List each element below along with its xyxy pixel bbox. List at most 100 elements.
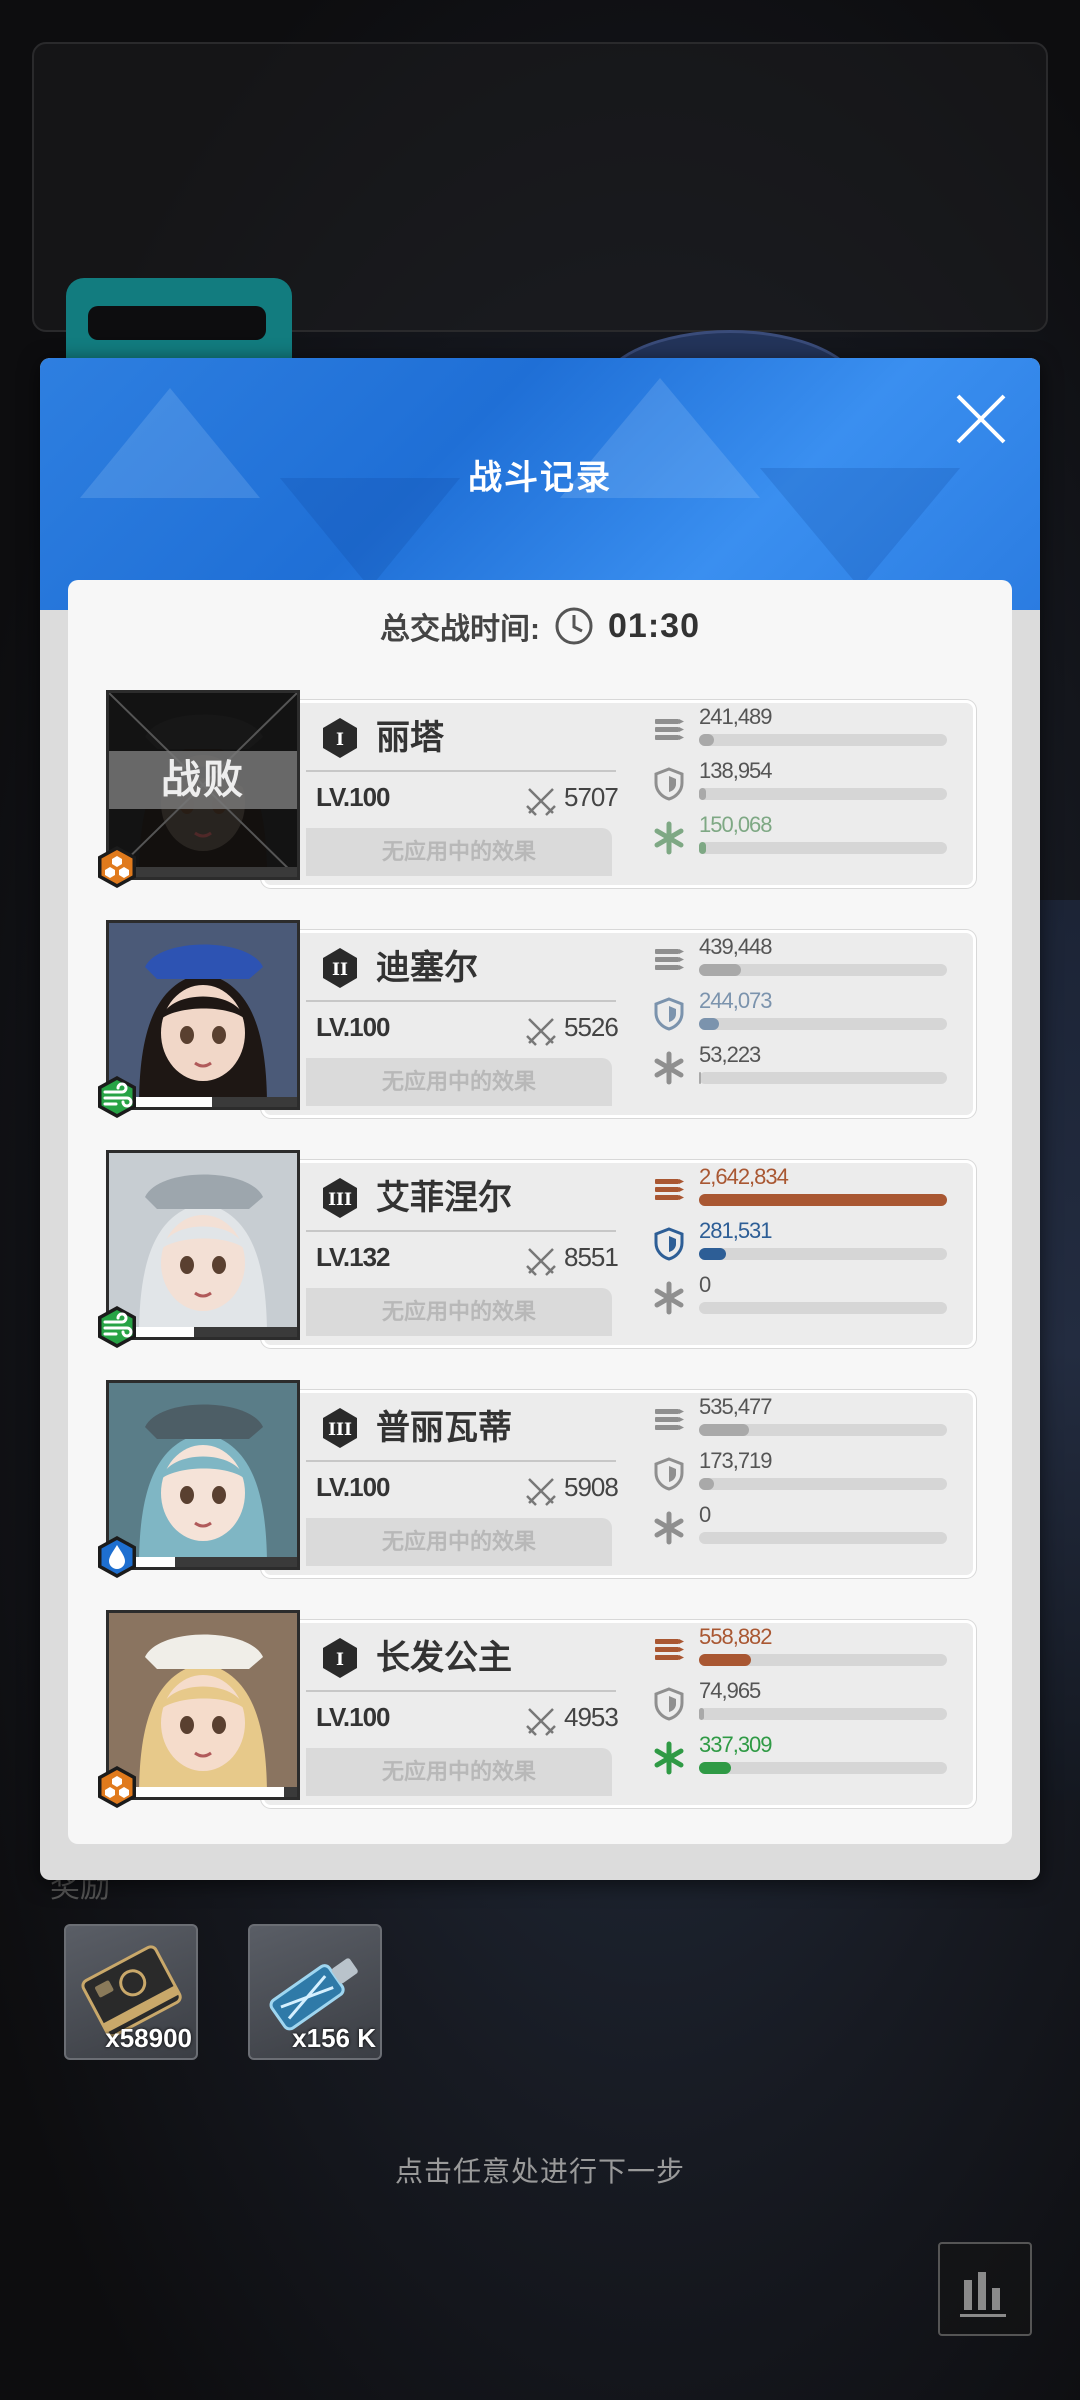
shield-bar: [699, 788, 947, 800]
kill-count: 5707: [564, 782, 619, 812]
character-row[interactable]: II 迪塞尔 LV.100 5526 无应用中的效果 439,448 244,0…: [98, 920, 976, 1118]
heal-bar: [699, 842, 947, 854]
damage-bar: [699, 1424, 947, 1436]
heal-stat: 53,223: [651, 1042, 951, 1092]
reward-item-credit[interactable]: x58900: [64, 1924, 198, 2060]
honeycomb-icon: [98, 1766, 136, 1808]
divider: [306, 1690, 616, 1692]
kill-count: 8551: [564, 1242, 619, 1272]
shield-icon: [654, 997, 684, 1031]
damage-stat: 535,477: [651, 1394, 951, 1444]
heal-value: 0: [699, 1502, 711, 1527]
damage-value: 535,477: [699, 1394, 773, 1419]
character-name: 艾菲涅尔: [376, 1179, 512, 1217]
divider: [306, 770, 616, 772]
damage-stat: 558,882: [651, 1624, 951, 1674]
damage-bar: [699, 1654, 947, 1666]
damage-icon: [655, 1179, 684, 1200]
element-badge: [94, 1534, 140, 1580]
reward-item-core-dust[interactable]: x156 K: [248, 1924, 382, 2060]
damage-bar: [699, 734, 947, 746]
battle-timer: 总交战时间: 01:30: [68, 598, 1012, 654]
close-icon: [956, 394, 1006, 444]
shield-stat: 244,073: [651, 988, 951, 1038]
character-name: 迪塞尔: [376, 949, 478, 987]
character-level: LV.100: [316, 1472, 391, 1502]
heal-value: 150,068: [699, 812, 773, 837]
damage-bar: [699, 1194, 947, 1206]
wind-icon: [98, 1076, 136, 1118]
damage-stat: 2,642,834: [651, 1164, 951, 1214]
honeycomb-icon: [98, 846, 136, 888]
damage-value: 2,642,834: [699, 1164, 789, 1189]
heal-icon: [654, 1511, 684, 1545]
heal-bar: [699, 1532, 947, 1544]
timer-label: 总交战时间:: [380, 613, 541, 646]
shield-bar: [699, 1018, 947, 1030]
kill-count: 5908: [564, 1472, 619, 1502]
reward-quantity: x156 K: [292, 2023, 376, 2053]
damage-icon: [655, 719, 684, 740]
heal-icon: [654, 821, 684, 855]
modal-header: 战斗记录: [40, 358, 1040, 610]
element-badge: [94, 844, 140, 890]
element-badge: [94, 1074, 140, 1120]
heal-icon: [654, 1281, 684, 1315]
effects-status: 无应用中的效果: [306, 1518, 612, 1566]
crossed-swords-icon: [524, 1704, 558, 1738]
background-tab: [66, 278, 292, 360]
character-name: 长发公主: [376, 1639, 512, 1677]
shield-icon: [654, 767, 684, 801]
element-badge: [94, 1764, 140, 1810]
kill-count: 5526: [564, 1012, 619, 1042]
character-level: LV.100: [316, 782, 391, 812]
water-icon: [98, 1536, 136, 1578]
stats-button[interactable]: [938, 2242, 1032, 2336]
crossed-swords-icon: [524, 1474, 558, 1508]
character-row[interactable]: I 长发公主 LV.100 4953 无应用中的效果 558,882 74,96…: [98, 1610, 976, 1808]
shield-stat: 173,719: [651, 1448, 951, 1498]
heal-bar: [699, 1302, 947, 1314]
burst-badge: I: [318, 1636, 362, 1680]
crossed-swords-icon: [524, 1244, 558, 1278]
character-row[interactable]: 战败 I 丽塔 LV.100 5707 无应用中的效果 241,489 138,…: [98, 690, 976, 888]
effects-status: 无应用中的效果: [306, 1058, 612, 1106]
modal-title: 战斗记录: [468, 459, 612, 497]
burst-numeral: III: [328, 1190, 352, 1210]
heal-stat: 150,068: [651, 812, 951, 862]
close-button[interactable]: [950, 388, 1012, 450]
damage-stat: 241,489: [651, 704, 951, 754]
burst-icon: I: [323, 718, 357, 758]
damage-icon: [655, 1639, 684, 1660]
crossed-swords-icon: [524, 784, 558, 818]
character-level: LV.100: [316, 1702, 391, 1732]
effects-status: 无应用中的效果: [306, 1748, 612, 1796]
shield-icon: [654, 1457, 684, 1491]
heal-stat: 337,309: [651, 1732, 951, 1782]
burst-icon: I: [323, 1638, 357, 1678]
character-level: LV.100: [316, 1012, 391, 1042]
crossed-swords-icon: [524, 1014, 558, 1048]
heal-bar: [699, 1762, 947, 1774]
heal-value: 0: [699, 1272, 711, 1297]
character-row[interactable]: III 普丽瓦蒂 LV.100 5908 无应用中的效果 535,477 173…: [98, 1380, 976, 1578]
kill-count: 4953: [564, 1702, 619, 1732]
damage-value: 439,448: [699, 934, 773, 959]
battle-screen[interactable]: 奖励 x58900 x156 K 点击任意处进行下一步 战斗记录 总交战时间: …: [0, 0, 1080, 2400]
burst-numeral: I: [336, 730, 344, 750]
shield-value: 173,719: [699, 1448, 773, 1473]
burst-icon: II: [323, 948, 357, 988]
defeat-label: 战败: [109, 751, 297, 809]
damage-bar: [699, 964, 947, 976]
burst-numeral: II: [332, 960, 348, 980]
continue-hint: 点击任意处进行下一步: [394, 2156, 685, 2187]
burst-badge: I: [318, 716, 362, 760]
character-name: 丽塔: [376, 719, 444, 757]
burst-badge: III: [318, 1406, 362, 1450]
damage-stat: 439,448: [651, 934, 951, 984]
heal-value: 337,309: [699, 1732, 773, 1757]
damage-icon: [655, 1409, 684, 1430]
divider: [306, 1230, 616, 1232]
character-row[interactable]: III 艾菲涅尔 LV.132 8551 无应用中的效果 2,642,834 2…: [98, 1150, 976, 1348]
shield-value: 138,954: [699, 758, 773, 783]
